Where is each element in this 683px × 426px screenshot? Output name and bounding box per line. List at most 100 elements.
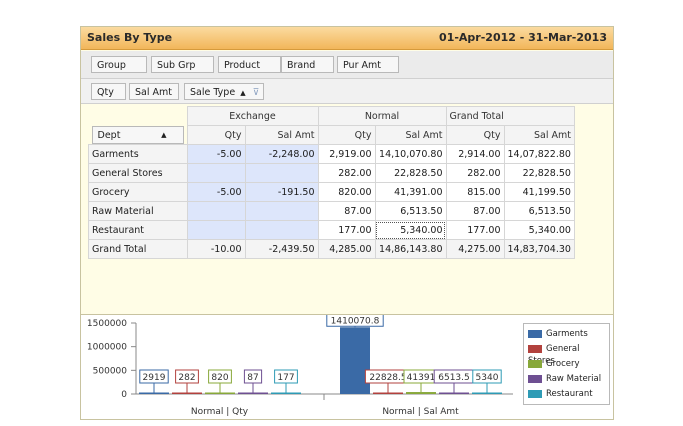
- sort-ascending-icon: ▲: [240, 89, 246, 97]
- col-group-grand-total[interactable]: Grand Total: [445, 106, 575, 126]
- legend-swatch: [528, 374, 542, 383]
- cell[interactable]: -5.00: [186, 182, 246, 202]
- field-chip-qty[interactable]: Qty: [91, 83, 126, 100]
- grand-total-row: Grand Total -10.00 -2,439.50 4,285.00 14…: [88, 239, 575, 259]
- col-group-exchange[interactable]: Exchange: [186, 106, 319, 126]
- field-chip-pur-amt[interactable]: Pur Amt: [337, 56, 399, 73]
- data-label: 2919: [143, 373, 166, 383]
- cell[interactable]: 14,10,070.80: [374, 144, 447, 164]
- chart-area: 1500000 1000000 500000 0 Normal | Qty 2919 282…: [81, 312, 613, 419]
- cell[interactable]: -191.50: [244, 182, 319, 202]
- cell[interactable]: [186, 201, 246, 221]
- col-group-normal[interactable]: Normal: [317, 106, 447, 126]
- row-label[interactable]: Grocery: [88, 182, 188, 202]
- legend-swatch: [528, 359, 542, 368]
- cell[interactable]: 14,07,822.80: [503, 144, 575, 164]
- cell[interactable]: 87.00: [317, 201, 376, 221]
- table-row: Grocery -5.00 -191.50 820.00 41,391.00 8…: [88, 182, 575, 202]
- cell[interactable]: [186, 220, 246, 240]
- y-tick-label: 1000000: [87, 343, 127, 353]
- cell[interactable]: 22,828.50: [503, 163, 575, 183]
- field-chip-product[interactable]: Product: [218, 56, 281, 73]
- field-chip-sub-grp[interactable]: Sub Grp: [151, 56, 214, 73]
- row-label[interactable]: Restaurant: [88, 220, 188, 240]
- cell[interactable]: [186, 163, 246, 183]
- field-chip-sale-type[interactable]: Sale Type ▲ ⊽: [184, 83, 264, 100]
- cell[interactable]: 5,340.00: [503, 220, 575, 240]
- measure-header-sal-amt[interactable]: Sal Amt: [244, 125, 319, 145]
- chart-legend: Garments General Stores Grocery Raw Mate…: [523, 323, 610, 405]
- data-field-area: Qty Sal Amt Sale Type ▲ ⊽: [81, 79, 613, 104]
- bar: [373, 392, 403, 394]
- cell[interactable]: 6,513.50: [503, 201, 575, 221]
- x-category-label: Normal | Qty: [191, 407, 249, 417]
- row-field-dept[interactable]: Dept ▲: [91, 125, 184, 144]
- bar: [439, 392, 469, 394]
- measure-header-qty[interactable]: Qty: [186, 125, 246, 145]
- cell[interactable]: 282.00: [317, 163, 376, 183]
- data-label: 41391: [407, 373, 436, 383]
- field-chip-sal-amt[interactable]: Sal Amt: [129, 83, 179, 100]
- data-label: 6513.5: [438, 373, 470, 383]
- cell[interactable]: -2,248.00: [244, 144, 319, 164]
- measure-header-qty[interactable]: Qty: [317, 125, 376, 145]
- legend-item: Garments: [528, 328, 588, 340]
- row-label[interactable]: Grand Total: [88, 239, 188, 259]
- bar: [472, 392, 502, 394]
- row-label[interactable]: Garments: [88, 144, 188, 164]
- cell[interactable]: -10.00: [186, 239, 246, 259]
- cell[interactable]: 6,513.50: [374, 201, 447, 221]
- bar: [205, 392, 235, 394]
- cell[interactable]: -5.00: [186, 144, 246, 164]
- panel-title: Sales By Type: [87, 31, 173, 44]
- cell[interactable]: [244, 201, 319, 221]
- cell[interactable]: 177.00: [445, 220, 505, 240]
- cell[interactable]: 41,199.50: [503, 182, 575, 202]
- sale-type-label: Sale Type: [190, 87, 236, 98]
- panel-title-bar: Sales By Type 01-Apr-2012 - 31-Mar-2013: [81, 27, 613, 50]
- legend-item: Grocery: [528, 358, 580, 370]
- data-label: 5340: [476, 373, 499, 383]
- selected-cell[interactable]: 5,340.00: [374, 220, 447, 240]
- table-row: Garments -5.00 -2,248.00 2,919.00 14,10,…: [88, 144, 575, 164]
- cell[interactable]: 41,391.00: [374, 182, 447, 202]
- cell[interactable]: 815.00: [445, 182, 505, 202]
- cell[interactable]: 4,285.00: [317, 239, 376, 259]
- measure-header-sal-amt[interactable]: Sal Amt: [503, 125, 575, 145]
- sort-ascending-icon: ▲: [161, 130, 167, 139]
- cell[interactable]: 4,275.00: [445, 239, 505, 259]
- data-label: 282: [178, 373, 195, 383]
- cell[interactable]: 2,914.00: [445, 144, 505, 164]
- bar-chart: 1500000 1000000 500000 0 Normal | Qty 2919 282…: [87, 312, 513, 417]
- bar: [340, 327, 370, 394]
- bar: [172, 392, 202, 394]
- cell[interactable]: [244, 220, 319, 240]
- bar: [139, 392, 169, 394]
- y-tick-label: 500000: [93, 366, 128, 376]
- y-tick-label: 0: [121, 390, 127, 400]
- row-label[interactable]: Raw Material: [88, 201, 188, 221]
- field-chip-brand[interactable]: Brand: [281, 56, 334, 73]
- cell[interactable]: 820.00: [317, 182, 376, 202]
- legend-item: General Stores: [528, 343, 609, 366]
- measure-header-qty[interactable]: Qty: [445, 125, 505, 145]
- table-row: Raw Material 87.00 6,513.50 87.00 6,513.…: [88, 201, 575, 221]
- cell[interactable]: -2,439.50: [244, 239, 319, 259]
- cell[interactable]: 282.00: [445, 163, 505, 183]
- field-chip-group[interactable]: Group: [91, 56, 147, 73]
- x-category-label: Normal | Sal Amt: [382, 407, 459, 417]
- cell[interactable]: 2,919.00: [317, 144, 376, 164]
- filter-icon[interactable]: ⊽: [253, 88, 260, 98]
- bar: [406, 392, 436, 394]
- cell[interactable]: 14,83,704.30: [503, 239, 575, 259]
- cell[interactable]: 22,828.50: [374, 163, 447, 183]
- row-label[interactable]: General Stores: [88, 163, 188, 183]
- cell[interactable]: 14,86,143.80: [374, 239, 447, 259]
- legend-swatch: [528, 329, 542, 338]
- cell[interactable]: 87.00: [445, 201, 505, 221]
- bar: [238, 392, 268, 394]
- cell[interactable]: 177.00: [317, 220, 376, 240]
- cell[interactable]: [244, 163, 319, 183]
- legend-swatch: [528, 389, 542, 398]
- measure-header-sal-amt[interactable]: Sal Amt: [374, 125, 447, 145]
